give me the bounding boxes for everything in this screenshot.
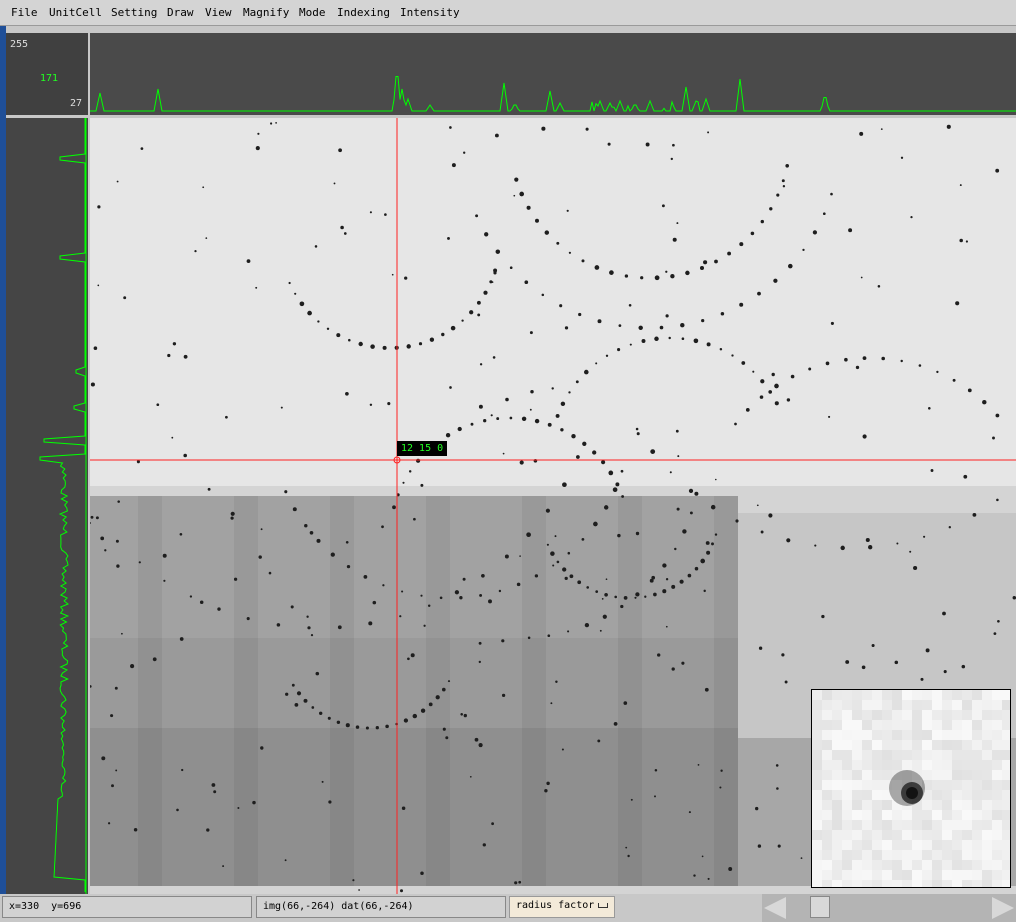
horizontal-intensity-profile	[90, 33, 1016, 115]
radius-factor-label: radius factor	[516, 900, 595, 911]
option-menu-icon	[598, 902, 609, 908]
menu-magnify[interactable]: Magnify	[243, 6, 289, 19]
horizontal-scrollbar[interactable]	[762, 894, 1016, 922]
magnifier-view	[811, 689, 1011, 888]
menu-intensity[interactable]: Intensity	[400, 6, 460, 19]
radius-factor-menu[interactable]: radius factor	[509, 896, 616, 918]
menu-setting[interactable]: Setting	[111, 6, 157, 19]
menu-file[interactable]: File	[11, 6, 38, 19]
scale-min-label: 27	[70, 98, 83, 109]
scale-max-label: 255	[10, 39, 29, 50]
hkl-index-label: 12 15 0	[397, 441, 448, 456]
menu-unitcell[interactable]: UnitCell	[49, 6, 102, 19]
menu-draw[interactable]: Draw	[167, 6, 194, 19]
menu-view[interactable]: View	[205, 6, 232, 19]
scroll-right-arrow-icon[interactable]	[992, 897, 1014, 919]
menu-indexing[interactable]: Indexing	[337, 6, 390, 19]
scroll-left-arrow-icon[interactable]	[764, 897, 786, 919]
menu-bar: File UnitCell Setting Draw View Magnify …	[0, 0, 1016, 26]
profile-scale-box: 255 171 27	[6, 33, 88, 115]
pixel-coordinates: x=330 y=696	[2, 896, 252, 918]
vertical-intensity-profile	[6, 118, 88, 894]
scale-mid-label: 171	[40, 73, 59, 84]
scroll-thumb[interactable]	[810, 896, 830, 918]
menu-mode[interactable]: Mode	[299, 6, 326, 19]
image-data-coordinates: img(66,-264) dat(66,-264)	[256, 896, 506, 918]
